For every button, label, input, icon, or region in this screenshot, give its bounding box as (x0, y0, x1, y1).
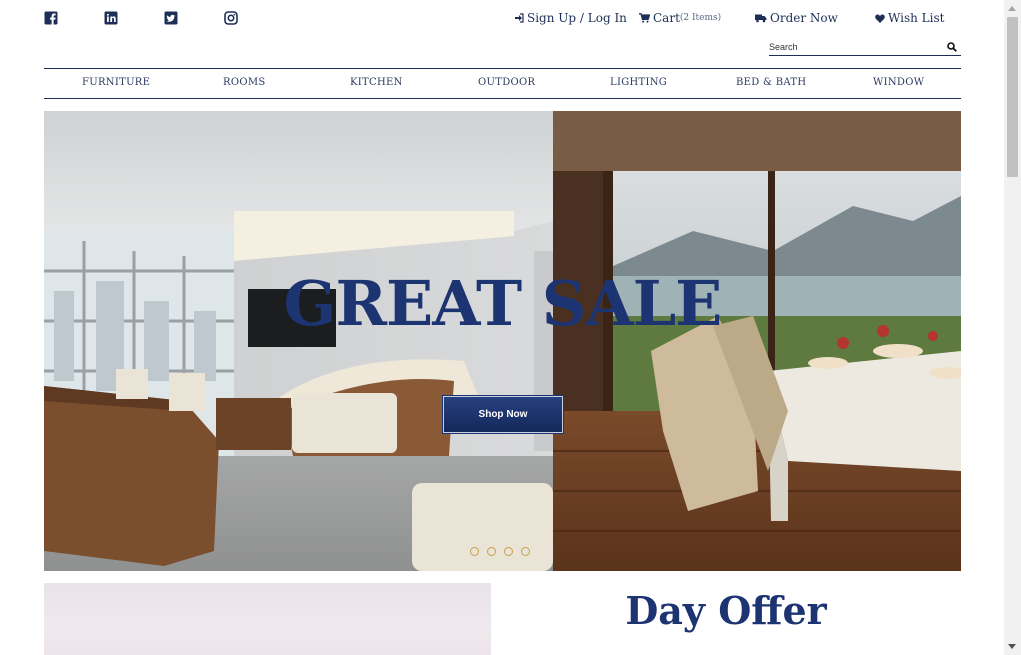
nav-item-rooms[interactable]: ROOMS (223, 77, 266, 88)
hero-office-image (44, 111, 553, 571)
social-links (44, 11, 284, 25)
heart-icon (875, 14, 885, 23)
scroll-up-arrow-icon[interactable] (1008, 6, 1016, 11)
sign-in-icon (515, 13, 524, 23)
page: Sign Up / Log In Cart (2 Items) Order Now… (0, 0, 1004, 655)
search-icon[interactable] (947, 42, 957, 52)
truck-icon (755, 14, 767, 23)
cart-icon (639, 13, 650, 23)
carousel-dot-1[interactable] (470, 547, 479, 556)
order-now-link[interactable]: Order Now (755, 11, 838, 25)
carousel-dot-4[interactable] (521, 547, 530, 556)
cart-count: (2 Items) (679, 13, 722, 23)
wish-list-label: Wish List (888, 11, 945, 25)
signup-login-label: Sign Up / Log In (527, 11, 627, 25)
hero-title: GREAT SALE (283, 267, 723, 340)
facebook-icon[interactable] (44, 11, 58, 25)
scroll-thumb[interactable] (1007, 17, 1018, 177)
promo-image (44, 583, 491, 655)
cart-link[interactable]: Cart (2 Items) (639, 11, 721, 25)
hero-carousel: GREAT SALE Shop Now (44, 111, 961, 571)
nav-item-furniture[interactable]: FURNITURE (82, 77, 150, 88)
carousel-dot-2[interactable] (487, 547, 496, 556)
shop-now-button[interactable]: Shop Now (443, 396, 563, 433)
twitter-icon[interactable] (164, 11, 178, 25)
nav-item-window[interactable]: WINDOW (873, 77, 924, 88)
day-offer-title: Day Offer (625, 588, 827, 633)
scroll-down-arrow-icon[interactable] (1008, 644, 1016, 649)
nav-item-outdoor[interactable]: OUTDOOR (478, 77, 535, 88)
carousel-indicators (470, 547, 538, 556)
wish-list-link[interactable]: Wish List (875, 11, 944, 25)
cart-label: Cart (653, 11, 680, 25)
search-bar (769, 40, 961, 56)
signup-login-link[interactable]: Sign Up / Log In (514, 11, 627, 25)
nav-item-kitchen[interactable]: KITCHEN (350, 77, 403, 88)
order-now-label: Order Now (770, 11, 838, 25)
nav-item-bed-bath[interactable]: BED & BATH (736, 77, 806, 88)
nav-item-lighting[interactable]: LIGHTING (610, 77, 667, 88)
page-scrollbar[interactable] (1004, 0, 1021, 655)
instagram-icon[interactable] (224, 11, 238, 25)
search-input[interactable] (769, 40, 929, 54)
main-nav: FURNITURE ROOMS KITCHEN OUTDOOR LIGHTING… (44, 68, 961, 99)
linkedin-icon[interactable] (104, 11, 118, 25)
hero-dining-image (553, 111, 961, 571)
carousel-dot-3[interactable] (504, 547, 513, 556)
